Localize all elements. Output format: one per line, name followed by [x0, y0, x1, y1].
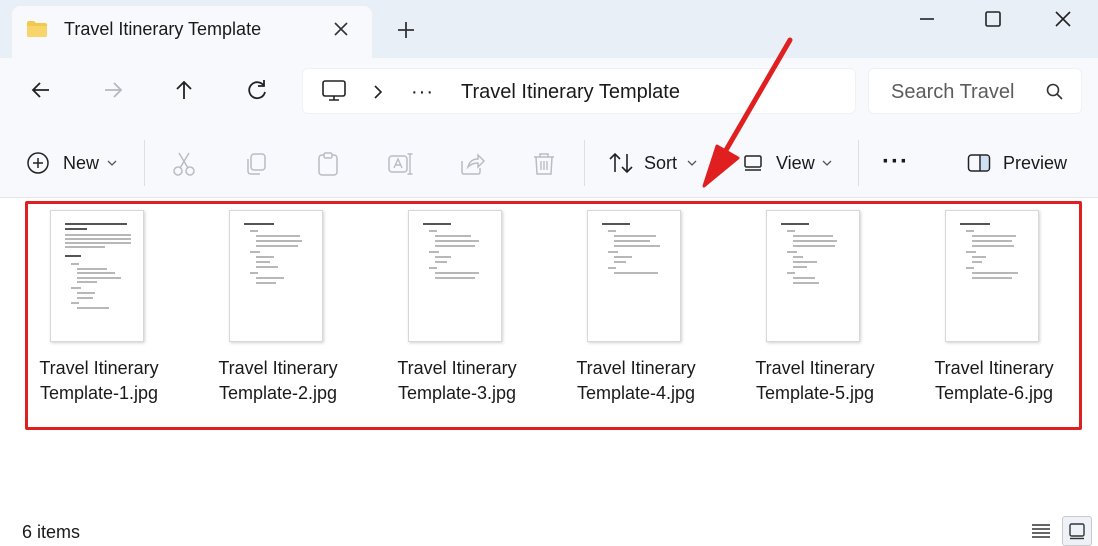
- preview-label: Preview: [1003, 153, 1068, 173]
- file-list: Travel Itinerary Template-1.jpg Travel I…: [0, 198, 1098, 510]
- breadcrumb-current-folder[interactable]: Travel Itinerary Template: [461, 81, 680, 104]
- file-item-3[interactable]: Travel Itinerary Template-3.jpg: [382, 210, 532, 420]
- cut-button[interactable]: [168, 126, 200, 198]
- file-thumbnail-3: [408, 210, 502, 342]
- file-thumbnail-6: [945, 210, 1039, 342]
- large-icons-view-button[interactable]: [1062, 516, 1092, 546]
- file-name-line2: Template-1.jpg: [39, 383, 159, 403]
- maximize-button[interactable]: [978, 4, 1008, 34]
- clipboard-icon: [318, 152, 338, 176]
- copy-icon: [247, 153, 266, 175]
- file-item-4[interactable]: Travel Itinerary Template-4.jpg: [561, 210, 711, 420]
- up-arrow-icon[interactable]: [170, 76, 198, 104]
- file-name[interactable]: Travel Itinerary Template-4.jpg: [561, 356, 711, 406]
- sort-label: Sort: [644, 153, 678, 173]
- scissors-icon: [173, 152, 195, 176]
- file-item-6[interactable]: Travel Itinerary Template-6.jpg: [919, 210, 1069, 420]
- file-thumbnail-4: [587, 210, 681, 342]
- new-tab-button[interactable]: [394, 18, 418, 42]
- paste-button[interactable]: [312, 126, 344, 198]
- new-label: New: [63, 153, 100, 173]
- search-icon[interactable]: [1045, 82, 1065, 102]
- delete-button[interactable]: [528, 126, 560, 198]
- view-icon: [744, 155, 762, 171]
- file-name-line2: Template-2.jpg: [218, 383, 338, 403]
- divider: [584, 140, 585, 186]
- item-count: 6 items: [22, 522, 81, 542]
- rename-icon: [388, 153, 413, 175]
- search-placeholder: Search Travel: [891, 81, 1015, 103]
- tab-title: Travel Itinerary Template: [64, 19, 262, 39]
- file-thumbnail-2: [229, 210, 323, 342]
- rename-button[interactable]: [384, 126, 416, 198]
- chevron-down-icon: [687, 160, 697, 166]
- back-arrow-icon[interactable]: [27, 76, 55, 104]
- navigation-bar: ··· Travel Itinerary Template Search Tra…: [0, 58, 1098, 126]
- file-thumbnail-1: [50, 210, 144, 342]
- file-name[interactable]: Travel Itinerary Template-6.jpg: [919, 356, 1069, 406]
- tab-travel-itinerary-template[interactable]: Travel Itinerary Template: [12, 6, 372, 58]
- file-thumbnail-5: [766, 210, 860, 342]
- file-name-line1: Travel Itinerary: [218, 358, 338, 378]
- copy-button[interactable]: [240, 126, 272, 198]
- file-name[interactable]: Travel Itinerary Template-1.jpg: [24, 356, 174, 406]
- refresh-icon[interactable]: [243, 76, 271, 104]
- file-name[interactable]: Travel Itinerary Template-3.jpg: [382, 356, 532, 406]
- divider: [858, 140, 859, 186]
- file-name-line1: Travel Itinerary: [755, 358, 875, 378]
- preview-pane-icon: [967, 154, 991, 172]
- view-button[interactable]: View: [741, 126, 837, 198]
- plus-circle-icon: [27, 152, 49, 174]
- status-bar: 6 items: [0, 510, 1098, 546]
- chevron-down-icon: [107, 160, 117, 166]
- folder-icon: [27, 21, 47, 37]
- file-name-line2: Template-3.jpg: [397, 383, 517, 403]
- share-icon: [461, 153, 486, 175]
- minimize-button[interactable]: [912, 4, 942, 34]
- computer-icon[interactable]: [321, 79, 347, 103]
- close-window-button[interactable]: [1048, 4, 1078, 34]
- breadcrumb-overflow-button[interactable]: ···: [411, 81, 434, 104]
- search-input[interactable]: Search Travel: [868, 68, 1082, 114]
- file-name-line1: Travel Itinerary: [397, 358, 517, 378]
- title-bar: Travel Itinerary Template: [0, 0, 1098, 58]
- details-view-icon[interactable]: [1030, 520, 1052, 542]
- more-options-button[interactable]: ···: [880, 126, 912, 198]
- file-item-2[interactable]: Travel Itinerary Template-2.jpg: [203, 210, 353, 420]
- forward-arrow-icon[interactable]: [99, 76, 127, 104]
- file-item-5[interactable]: Travel Itinerary Template-5.jpg: [740, 210, 890, 420]
- trash-icon: [534, 153, 554, 175]
- file-name-line1: Travel Itinerary: [39, 358, 159, 378]
- file-item-1[interactable]: Travel Itinerary Template-1.jpg: [24, 210, 174, 420]
- file-name-line2: Template-4.jpg: [576, 383, 696, 403]
- divider: [144, 140, 145, 186]
- sort-button[interactable]: Sort: [606, 126, 700, 198]
- large-icons-view-icon: [1069, 523, 1085, 540]
- command-bar: New Sort View ··· Preview: [0, 126, 1098, 198]
- chevron-down-icon: [822, 160, 832, 166]
- address-bar[interactable]: ··· Travel Itinerary Template: [302, 68, 856, 114]
- share-button[interactable]: [456, 126, 488, 198]
- chevron-right-icon[interactable]: [371, 83, 385, 101]
- more-options-label: ···: [882, 148, 909, 175]
- preview-button[interactable]: Preview: [966, 126, 1070, 198]
- new-button[interactable]: New: [22, 126, 124, 198]
- file-name[interactable]: Travel Itinerary Template-2.jpg: [203, 356, 353, 406]
- close-tab-icon[interactable]: [330, 18, 352, 40]
- file-name-line1: Travel Itinerary: [934, 358, 1054, 378]
- file-name-line2: Template-5.jpg: [755, 383, 875, 403]
- view-label: View: [776, 153, 815, 173]
- file-name-line2: Template-6.jpg: [934, 383, 1054, 403]
- file-name[interactable]: Travel Itinerary Template-5.jpg: [740, 356, 890, 406]
- file-name-line1: Travel Itinerary: [576, 358, 696, 378]
- sort-icon: [609, 152, 633, 174]
